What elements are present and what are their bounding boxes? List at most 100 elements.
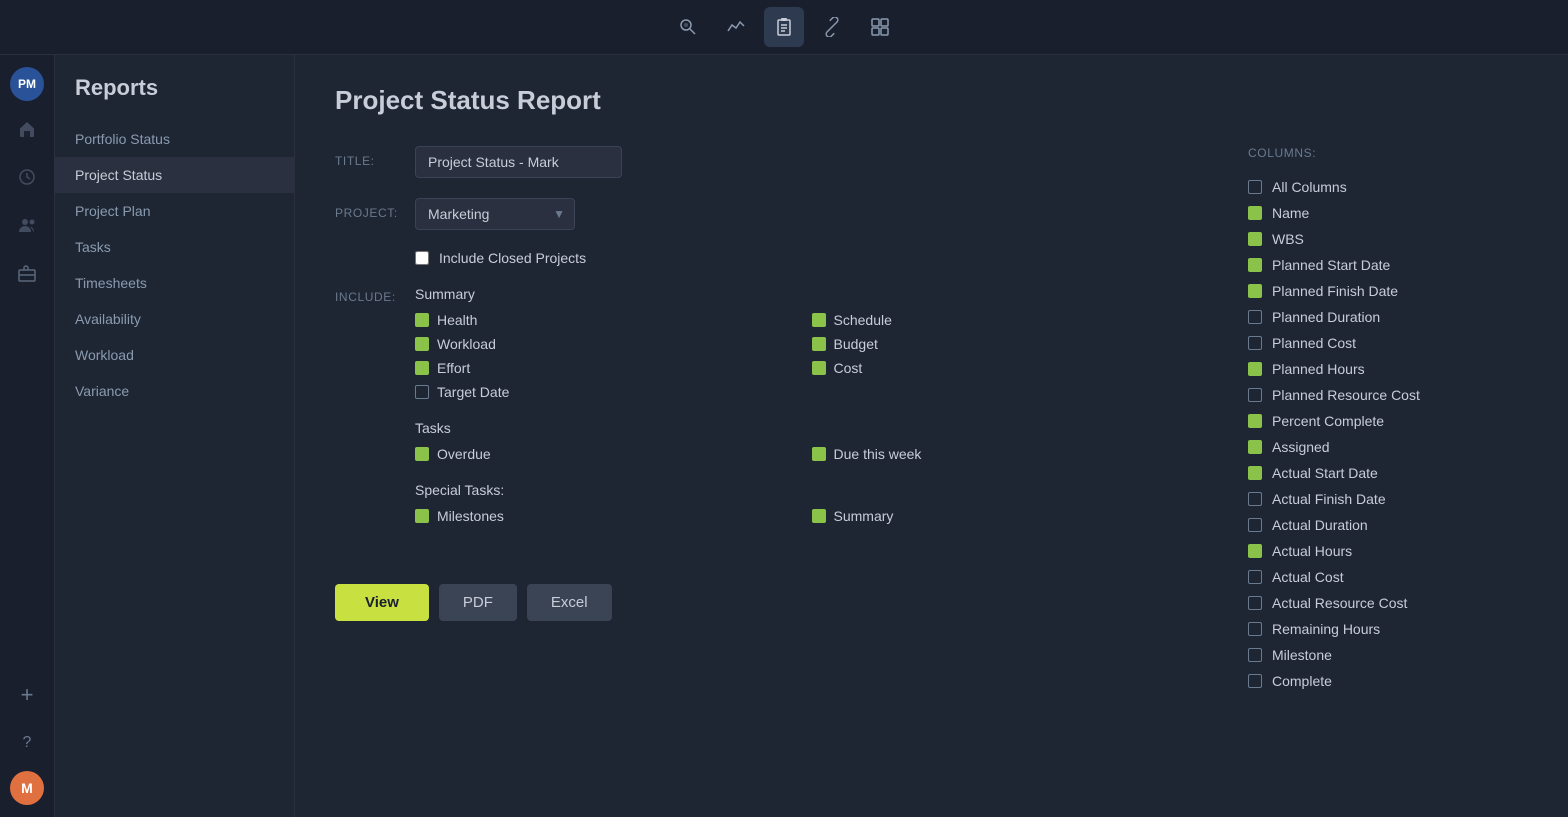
include-closed-label: Include Closed Projects — [439, 250, 586, 266]
top-toolbar — [0, 0, 1568, 55]
complete-checkbox[interactable] — [1248, 674, 1262, 688]
planned-hours-checkbox[interactable] — [1248, 362, 1262, 376]
target-date-checkbox[interactable] — [415, 385, 429, 399]
sidebar-item-tasks[interactable]: Tasks — [55, 229, 294, 265]
include-item-milestones: Milestones — [415, 508, 792, 524]
project-select[interactable]: Marketing Development Design — [415, 198, 575, 230]
planned-cost-checkbox[interactable] — [1248, 336, 1262, 350]
sidebar-item-availability[interactable]: Availability — [55, 301, 294, 337]
milestones-checkbox[interactable] — [415, 509, 429, 523]
col-complete: Complete — [1248, 668, 1528, 694]
tasks-group-title: Tasks — [415, 420, 1188, 436]
actual-hours-checkbox[interactable] — [1248, 544, 1262, 558]
title-row: TITLE: — [335, 146, 1188, 178]
col-name: Name — [1248, 200, 1528, 226]
title-input[interactable] — [415, 146, 622, 178]
col-actual-duration: Actual Duration — [1248, 512, 1528, 538]
sidebar-title: Reports — [55, 75, 294, 121]
left-nav: PM + ? M — [0, 55, 55, 817]
assigned-checkbox[interactable] — [1248, 440, 1262, 454]
columns-section: COLUMNS: All Columns Name WB — [1248, 146, 1528, 694]
col-planned-duration: Planned Duration — [1248, 304, 1528, 330]
col-planned-finish-date: Planned Finish Date — [1248, 278, 1528, 304]
title-label: TITLE: — [335, 146, 415, 168]
link-icon[interactable] — [812, 7, 852, 47]
zoom-icon[interactable] — [668, 7, 708, 47]
pdf-button[interactable]: PDF — [439, 584, 517, 621]
schedule-checkbox[interactable] — [812, 313, 826, 327]
columns-label: COLUMNS: — [1248, 146, 1528, 160]
effort-checkbox[interactable] — [415, 361, 429, 375]
clipboard-icon[interactable] — [764, 7, 804, 47]
col-actual-hours: Actual Hours — [1248, 538, 1528, 564]
planned-start-date-checkbox[interactable] — [1248, 258, 1262, 272]
cost-checkbox[interactable] — [812, 361, 826, 375]
actual-cost-checkbox[interactable] — [1248, 570, 1262, 584]
col-wbs: WBS — [1248, 226, 1528, 252]
include-item-budget: Budget — [812, 336, 1189, 352]
percent-complete-checkbox[interactable] — [1248, 414, 1262, 428]
people-nav[interactable] — [7, 205, 47, 245]
col-actual-start-date: Actual Start Date — [1248, 460, 1528, 486]
budget-checkbox[interactable] — [812, 337, 826, 351]
pm-logo[interactable]: PM — [10, 67, 44, 101]
planned-resource-cost-checkbox[interactable] — [1248, 388, 1262, 402]
remaining-hours-checkbox[interactable] — [1248, 622, 1262, 636]
all-columns-checkbox[interactable] — [1248, 180, 1262, 194]
sidebar-item-timesheets[interactable]: Timesheets — [55, 265, 294, 301]
help-nav[interactable]: ? — [7, 723, 47, 763]
include-item-health: Health — [415, 312, 792, 328]
sidebar-item-variance[interactable]: Variance — [55, 373, 294, 409]
planned-duration-checkbox[interactable] — [1248, 310, 1262, 324]
include-closed-checkbox[interactable] — [415, 251, 429, 265]
summary-checkbox[interactable] — [812, 509, 826, 523]
sidebar-item-portfolio-status[interactable]: Portfolio Status — [55, 121, 294, 157]
include-item-overdue: Overdue — [415, 446, 792, 462]
include-section: INCLUDE: Summary Health — [335, 286, 1188, 544]
wbs-checkbox[interactable] — [1248, 232, 1262, 246]
workload-checkbox[interactable] — [415, 337, 429, 351]
briefcase-nav[interactable] — [7, 253, 47, 293]
include-grid: Health Schedule Workload — [415, 312, 1188, 400]
layout-icon[interactable] — [860, 7, 900, 47]
actual-resource-cost-checkbox[interactable] — [1248, 596, 1262, 610]
include-item-target-date: Target Date — [415, 384, 792, 400]
col-actual-finish-date: Actual Finish Date — [1248, 486, 1528, 512]
project-row: PROJECT: Marketing Development Design ▼ — [335, 198, 1188, 230]
milestone-checkbox[interactable] — [1248, 648, 1262, 662]
excel-button[interactable]: Excel — [527, 584, 612, 621]
avatar[interactable]: M — [10, 771, 44, 805]
col-actual-resource-cost: Actual Resource Cost — [1248, 590, 1528, 616]
project-label: PROJECT: — [335, 198, 415, 220]
action-buttons: View PDF Excel — [335, 584, 1188, 621]
plus-nav[interactable]: + — [7, 675, 47, 715]
sidebar-item-project-plan[interactable]: Project Plan — [55, 193, 294, 229]
health-checkbox[interactable] — [415, 313, 429, 327]
columns-scroll: All Columns Name WBS Plann — [1248, 174, 1528, 694]
include-item-cost: Cost — [812, 360, 1189, 376]
overdue-checkbox[interactable] — [415, 447, 429, 461]
col-remaining-hours: Remaining Hours — [1248, 616, 1528, 642]
planned-finish-date-checkbox[interactable] — [1248, 284, 1262, 298]
sidebar-item-project-status[interactable]: Project Status — [55, 157, 294, 193]
col-planned-hours: Planned Hours — [1248, 356, 1528, 382]
col-percent-complete: Percent Complete — [1248, 408, 1528, 434]
view-button[interactable]: View — [335, 584, 429, 621]
actual-duration-checkbox[interactable] — [1248, 518, 1262, 532]
clock-nav[interactable] — [7, 157, 47, 197]
actual-start-date-checkbox[interactable] — [1248, 466, 1262, 480]
include-item-effort: Effort — [415, 360, 792, 376]
due-this-week-checkbox[interactable] — [812, 447, 826, 461]
col-milestone: Milestone — [1248, 642, 1528, 668]
nav-bottom: + ? M — [7, 675, 47, 805]
include-closed-row: Include Closed Projects — [335, 250, 1188, 266]
name-checkbox[interactable] — [1248, 206, 1262, 220]
include-item-workload: Workload — [415, 336, 792, 352]
actual-finish-date-checkbox[interactable] — [1248, 492, 1262, 506]
chart-icon[interactable] — [716, 7, 756, 47]
include-item-summary: Summary — [812, 508, 1189, 524]
col-actual-cost: Actual Cost — [1248, 564, 1528, 590]
sidebar-item-workload[interactable]: Workload — [55, 337, 294, 373]
main-layout: PM + ? M Reports Portfolio Status Projec… — [0, 55, 1568, 817]
home-nav[interactable] — [7, 109, 47, 149]
